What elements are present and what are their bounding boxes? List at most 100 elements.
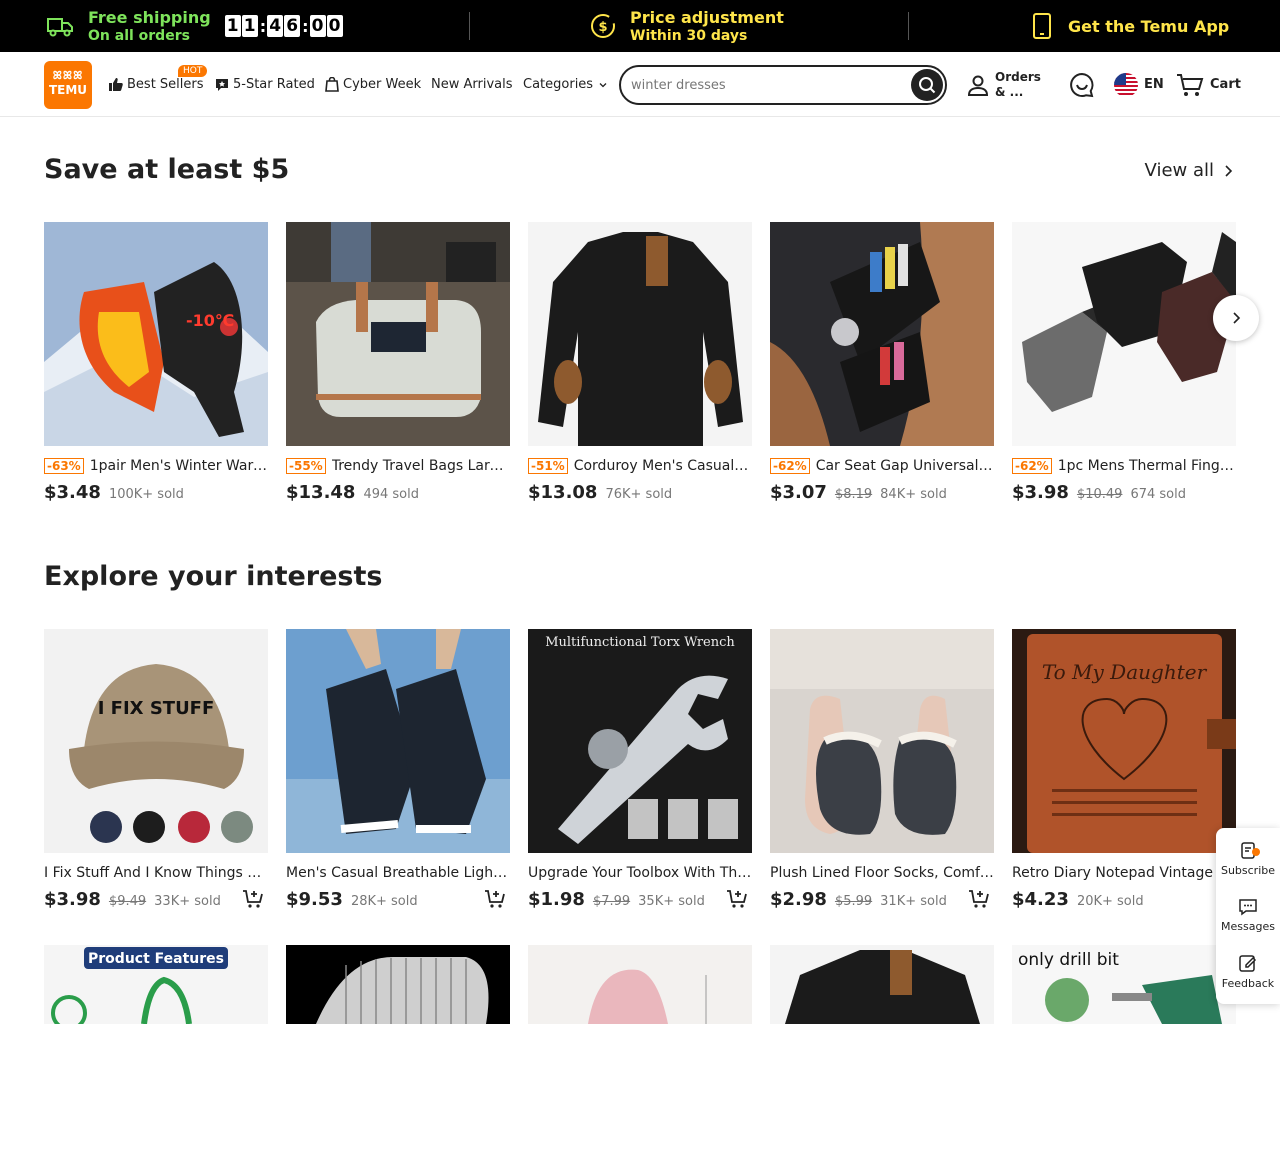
subscribe-button[interactable]: Subscribe <box>1216 840 1280 877</box>
product-card[interactable]: -62% 1pc Mens Thermal Fingerless Gloves $… <box>1012 222 1236 503</box>
dollar-cycle-icon: $ <box>591 14 615 38</box>
hat-print: I FIX STUFF <box>98 698 215 719</box>
product-image[interactable] <box>286 945 510 1169</box>
chevron-right-icon <box>1233 312 1241 324</box>
star-chat-icon <box>216 78 228 91</box>
promo-banner: Free shipping On all orders 11:46:00 $ P… <box>0 0 1280 52</box>
add-to-cart-icon[interactable] <box>968 889 990 909</box>
discount-badge: -62% <box>1012 458 1052 474</box>
discount-badge: -63% <box>44 458 84 474</box>
sold-count: 33K+ sold <box>154 894 221 909</box>
product-title[interactable]: Retro Diary Notepad Vintage <box>1012 865 1213 881</box>
product-card[interactable]: To My Daughter Retro Diary Notepad Vinta… <box>1012 629 1236 910</box>
product-card[interactable]: -55% Trendy Travel Bags Large Capacity $1… <box>286 222 510 503</box>
section-title: Save at least $5 <box>44 154 290 185</box>
product-card[interactable]: -51% Corduroy Men's Casual Sweatshirt $13… <box>528 222 752 503</box>
product-image[interactable]: Multifunctional Torx Wrench <box>528 629 752 853</box>
product-card[interactable] <box>770 945 994 1169</box>
product-title[interactable]: Men's Casual Breathable Lightweight Shoe… <box>286 865 510 881</box>
price-subtitle: Within 30 days <box>630 27 748 44</box>
product-title[interactable]: Upgrade Your Toolbox With This Wrench <box>528 865 752 881</box>
nav-label: Categories <box>523 77 594 92</box>
product-card[interactable] <box>528 945 752 1169</box>
product-price: $3.07 <box>770 482 827 503</box>
product-image[interactable]: Product Features <box>44 945 268 1169</box>
feedback-edit-icon <box>1239 955 1257 972</box>
product-image[interactable] <box>286 629 510 853</box>
product-card[interactable]: Product Features <box>44 945 268 1169</box>
shopping-bag-icon <box>325 77 339 92</box>
get-app-link[interactable]: Get the Temu App <box>1032 0 1229 52</box>
price-adjustment-promo[interactable]: $ Price adjustment Within 30 days <box>590 0 784 52</box>
nav-label: New Arrivals <box>431 77 513 92</box>
timer-digit: 0 <box>326 15 343 37</box>
phone-icon <box>1033 13 1051 39</box>
product-card[interactable]: -62% Car Seat Gap Universal Organizer $3.… <box>770 222 994 503</box>
countdown-timer: 11:46:00 <box>224 15 344 37</box>
site-header: ꕤꕤꕤ TEMU Best Sellers HOT 5-Star Rated C… <box>0 52 1280 117</box>
price-title: Price adjustment <box>630 7 784 27</box>
wrench-caption: Multifunctional Torx Wrench <box>545 635 735 650</box>
product-image[interactable] <box>770 222 994 446</box>
product-card[interactable]: Multifunctional Torx Wrench Upgrade Your… <box>528 629 752 910</box>
timer-digit: 6 <box>284 15 301 37</box>
shipping-title: Free shipping <box>88 7 211 27</box>
feedback-button[interactable]: Feedback <box>1216 953 1280 990</box>
search-icon <box>919 77 936 94</box>
product-image[interactable]: I FIX STUFF <box>44 629 268 853</box>
product-card[interactable]: I FIX STUFF I Fix Stuff And I Know Thing… <box>44 629 268 910</box>
product-title[interactable]: Corduroy Men's Casual Sweatshirt <box>574 458 752 474</box>
view-all-link[interactable]: View all <box>1145 160 1236 181</box>
add-to-cart-icon[interactable] <box>484 889 506 909</box>
product-image[interactable] <box>528 222 752 446</box>
search-input[interactable] <box>631 75 901 95</box>
nav-five-star[interactable]: 5-Star Rated <box>215 52 315 117</box>
product-image[interactable]: -10℃ <box>44 222 268 446</box>
carousel-next-button[interactable] <box>1213 295 1259 341</box>
nav-new-arrivals[interactable]: New Arrivals <box>431 52 513 117</box>
product-image[interactable] <box>1012 222 1236 446</box>
product-title[interactable]: Car Seat Gap Universal Organizer <box>816 458 994 474</box>
section-title: Explore your interests <box>44 561 383 592</box>
add-to-cart-icon[interactable] <box>726 889 748 909</box>
product-card[interactable]: -10℃ -63%1pair Men's Winter Warm Gloves … <box>44 222 268 503</box>
original-price: $5.99 <box>834 894 873 909</box>
product-card[interactable]: Men's Casual Breathable Lightweight Shoe… <box>286 629 510 910</box>
product-image[interactable] <box>528 945 752 1169</box>
svg-text:-10℃: -10℃ <box>186 311 234 330</box>
product-title[interactable]: 1pair Men's Winter Warm Gloves <box>90 458 268 474</box>
product-title[interactable]: Plush Lined Floor Socks, Comfy Warm <box>770 865 994 881</box>
temu-logo[interactable]: ꕤꕤꕤ TEMU <box>44 61 92 109</box>
product-title[interactable]: Trendy Travel Bags Large Capacity <box>332 458 510 474</box>
cart-button[interactable]: Cart <box>1176 52 1241 117</box>
free-shipping-promo[interactable]: Free shipping On all orders 11:46:00 <box>46 0 344 52</box>
nav-best-sellers[interactable]: Best Sellers <box>108 52 204 117</box>
messages-label: Messages <box>1221 920 1275 933</box>
product-image[interactable] <box>770 629 994 853</box>
product-title[interactable]: 1pc Mens Thermal Fingerless Gloves <box>1058 458 1236 474</box>
support-button[interactable] <box>1069 52 1095 117</box>
product-card[interactable] <box>286 945 510 1169</box>
product-price: $4.23 <box>1012 889 1069 910</box>
language-selector[interactable]: EN <box>1114 52 1164 117</box>
original-price: $10.49 <box>1076 487 1123 502</box>
nav-categories[interactable]: Categories <box>523 52 613 117</box>
product-image[interactable]: To My Daughter <box>1012 629 1236 853</box>
product-image[interactable] <box>286 222 510 446</box>
product-image[interactable]: only drill bit <box>1012 945 1236 1169</box>
search-button[interactable] <box>911 69 943 101</box>
product-card[interactable]: only drill bit <box>1012 945 1236 1169</box>
us-flag-icon <box>1114 72 1138 97</box>
product-image[interactable] <box>770 945 994 1169</box>
orders-account-link[interactable]: Orders & ... <box>966 52 1041 117</box>
messages-button[interactable]: Messages <box>1216 898 1280 933</box>
timer-digit: 1 <box>241 15 258 37</box>
product-title[interactable]: I Fix Stuff And I Know Things Cap <box>44 865 268 881</box>
discount-badge: -55% <box>286 458 326 474</box>
sold-count: 84K+ sold <box>880 487 947 502</box>
sold-count: 28K+ sold <box>350 894 418 909</box>
add-to-cart-icon[interactable] <box>242 889 264 909</box>
get-app-label: Get the Temu App <box>1068 16 1230 36</box>
nav-cyber-week[interactable]: Cyber Week <box>325 52 421 117</box>
product-card[interactable]: Plush Lined Floor Socks, Comfy Warm $2.9… <box>770 629 994 910</box>
